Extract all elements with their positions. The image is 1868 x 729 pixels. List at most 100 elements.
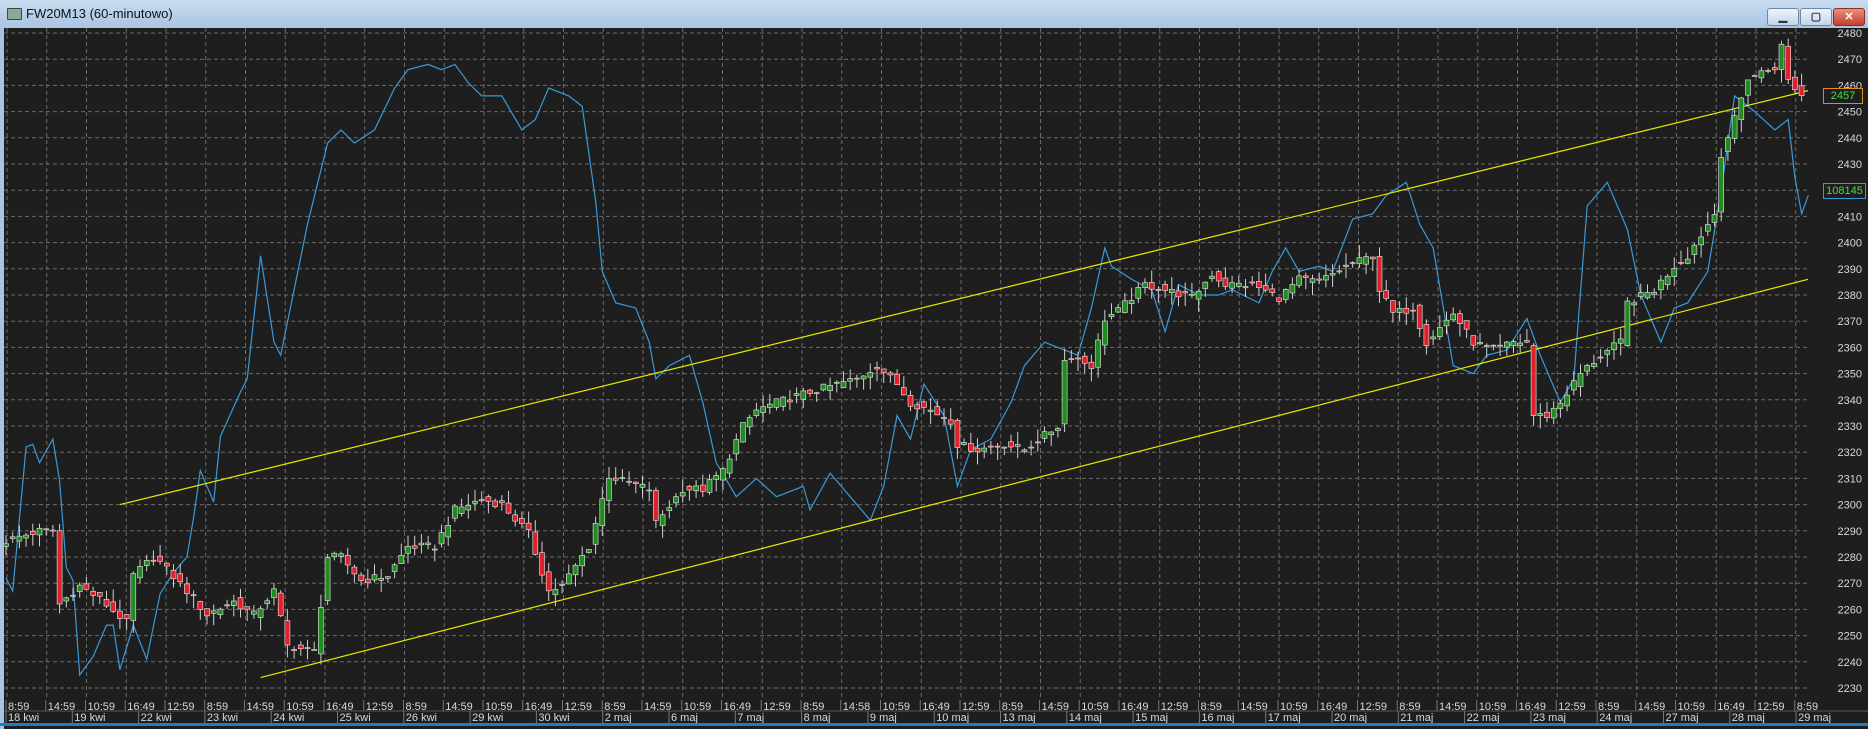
candle-body-down [56, 530, 63, 605]
candle-body-down [1376, 256, 1383, 292]
candle-body-up [813, 392, 820, 395]
candle-body-up [1437, 327, 1443, 337]
candle-body-up [619, 477, 626, 479]
grid [0, 28, 1868, 729]
price-tick-label: 2410 [1838, 211, 1862, 223]
candle-body-down [358, 574, 364, 581]
candle-body-up [1611, 342, 1617, 351]
candle-body-down [297, 644, 304, 650]
candle-body-up [1329, 273, 1336, 276]
candle-body-down [1792, 76, 1798, 91]
horizontal-scrollbar[interactable] [0, 723, 1868, 726]
candle-body-down [364, 578, 371, 583]
price-tick-label: 2340 [1838, 395, 1862, 407]
candle-body-up [552, 589, 559, 595]
candle-body-down [1403, 307, 1410, 314]
candle-body-up [1021, 449, 1028, 452]
candle-body-up [693, 485, 699, 492]
candle-body-down [1785, 45, 1791, 80]
price-tick-label: 2320 [1838, 447, 1862, 459]
candle-body-up [646, 489, 653, 492]
candle-body-down [974, 447, 981, 453]
candle-body-up [1356, 257, 1363, 265]
candle-body-up [1443, 319, 1450, 327]
candle-body-up [1061, 360, 1068, 425]
candle-body-up [746, 417, 753, 428]
candle-body-down [1162, 284, 1168, 291]
candle-body-up [1684, 258, 1691, 264]
candle-body-up [338, 553, 344, 557]
last-price-marker: 2457 [1823, 88, 1863, 104]
candle-body-down [1383, 290, 1389, 299]
candle-body-up [639, 483, 646, 488]
candle-body-down [1370, 256, 1376, 260]
candle [324, 554, 331, 606]
candle-body-down [807, 389, 813, 394]
candle-body-up [1698, 236, 1704, 246]
candle-body-down [632, 481, 639, 484]
candle-body-down [184, 583, 190, 595]
candle [1718, 148, 1724, 222]
candle-body-up [137, 566, 143, 579]
candle-body-up [1195, 290, 1202, 300]
candle-body-up [391, 564, 398, 572]
candle-body-up [1778, 43, 1785, 70]
candle-body-up [1343, 264, 1349, 267]
candle-body-up [1751, 75, 1758, 77]
price-tick-label: 2260 [1838, 604, 1862, 616]
candle-body-down [83, 583, 90, 590]
candle-body-up [1624, 300, 1631, 347]
candle-body-up [63, 597, 70, 602]
candle-body-up [76, 584, 83, 592]
candle-body-down [123, 614, 130, 619]
candle-body-down [411, 545, 418, 549]
candle-body-down [1349, 262, 1356, 264]
candle-body-up [1450, 313, 1456, 321]
candle-body-up [271, 588, 277, 599]
candle-body-up [3, 543, 9, 547]
candle-body-up [586, 549, 592, 553]
price-chart[interactable]: 2480247024602450244024302420241024002390… [0, 0, 1868, 729]
candle-body-up [371, 574, 378, 581]
price-tick-label: 2430 [1838, 159, 1862, 171]
candle-body-down [1470, 335, 1477, 346]
candle-body-up [1718, 157, 1724, 213]
candle-body-up [1604, 349, 1611, 355]
price-tick-label: 2380 [1838, 290, 1862, 302]
candle-body-up [706, 479, 713, 493]
candle-body-down [545, 571, 552, 592]
candle-body-down [988, 445, 994, 448]
candle-body-up [1282, 289, 1289, 300]
candle-body-down [512, 514, 519, 522]
candle-body-up [1296, 275, 1302, 286]
candle-body-up [1115, 307, 1121, 313]
candle-body-up [1731, 115, 1738, 139]
candle-body-down [787, 399, 793, 403]
candle-body-up [666, 507, 673, 511]
candle-body-down [103, 599, 110, 607]
candle-body-up [800, 390, 807, 400]
candle-body-up [766, 403, 773, 408]
candle-body-up [1617, 338, 1624, 344]
candle [740, 422, 746, 443]
candle-body-down [1222, 277, 1229, 287]
candle-body-down [1035, 441, 1041, 444]
candle [1624, 297, 1631, 347]
candle-body-down [1530, 345, 1537, 416]
candle-body-up [1631, 302, 1637, 306]
candle-body-down [1316, 278, 1322, 281]
candle-body-down [70, 594, 76, 597]
candle [56, 523, 63, 614]
candle-body-up [1014, 444, 1021, 447]
candle-body-down [967, 443, 974, 452]
candle-body-down [204, 608, 210, 617]
candle-body-down [117, 610, 123, 619]
candle-body-up [130, 573, 137, 621]
candle-body-down [431, 548, 438, 551]
candle-body-up [311, 649, 318, 651]
price-tick-label: 2230 [1838, 683, 1862, 695]
candle-body-up [847, 378, 854, 382]
candle-body-up [1571, 380, 1577, 391]
candle-body-up [673, 496, 679, 504]
candle-body-up [1550, 407, 1557, 419]
